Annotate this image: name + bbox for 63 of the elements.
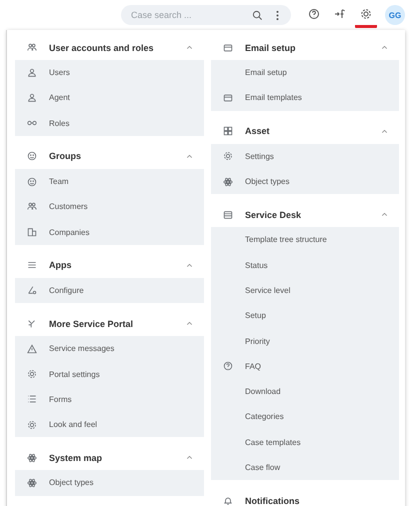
switch-arrow-icon	[334, 8, 346, 20]
menu-item[interactable]: Service level	[211, 278, 399, 304]
gear-icon	[223, 151, 233, 162]
menu-item[interactable]: Agent	[15, 85, 204, 111]
menu-item[interactable]: Team	[15, 168, 204, 194]
gear-icon	[27, 369, 37, 380]
person-icon	[27, 92, 37, 103]
menu-item[interactable]: Categories	[211, 404, 399, 430]
gear-icon	[27, 420, 37, 430]
atom-icon	[27, 478, 37, 488]
menu-item[interactable]: Case templates	[211, 430, 399, 455]
section-header[interactable]: System map	[15, 445, 204, 470]
section-header[interactable]: Apps	[15, 252, 204, 278]
fork-icon	[27, 318, 37, 329]
avatar-button[interactable]: GG	[385, 5, 405, 25]
smiley-icon	[27, 176, 37, 187]
section-header[interactable]: Email setup	[211, 35, 399, 60]
menu-item[interactable]: Roles	[15, 110, 204, 136]
warning-icon	[27, 344, 37, 354]
menu-item[interactable]: Users	[15, 60, 204, 86]
menu-item[interactable]: Object types	[15, 470, 204, 496]
menu-item[interactable]: Service messages	[15, 336, 204, 362]
people-icon	[27, 202, 37, 212]
help-icon	[308, 8, 320, 20]
menu-item[interactable]: Email setup	[211, 60, 399, 86]
menu-item[interactable]: Portal settings	[15, 361, 204, 387]
smiley-icon	[27, 151, 37, 162]
grid-icon	[223, 126, 233, 136]
menu-item[interactable]: Status	[211, 252, 399, 278]
menu-item[interactable]: Forms	[15, 386, 204, 412]
section-header[interactable]: User accounts and roles	[15, 35, 204, 60]
bell-icon	[223, 496, 233, 506]
menu-item[interactable]: Customers	[15, 194, 204, 220]
menu-item[interactable]: Configure	[15, 278, 204, 304]
menu-item[interactable]: Template tree structure	[211, 227, 399, 252]
section-header[interactable]: More Service Portal	[15, 311, 204, 336]
gear-icon	[360, 8, 372, 20]
menu-item[interactable]: Download	[211, 378, 399, 404]
menu-item[interactable]: Priority	[211, 328, 399, 354]
search-field[interactable]: Case search ...	[131, 10, 243, 20]
menu-item[interactable]: Settings	[211, 144, 399, 169]
people-icon	[27, 42, 37, 52]
help-icon	[223, 361, 233, 372]
section-header[interactable]: Notifications	[211, 488, 399, 506]
section-header[interactable]: Service Desk	[211, 202, 399, 228]
search-bar[interactable]: Case search ...	[121, 5, 291, 25]
atom-icon	[223, 176, 233, 187]
menu-item[interactable]: FAQ	[211, 354, 399, 379]
section-header[interactable]: Asset	[211, 118, 399, 144]
menu-item[interactable]: Case flow	[211, 454, 399, 480]
window-icon	[223, 210, 233, 220]
person-icon	[27, 68, 37, 78]
building-icon	[27, 227, 37, 238]
bulleted-list-icon	[27, 394, 37, 404]
menu-item[interactable]: Object types	[211, 168, 399, 194]
section-header[interactable]: Groups	[15, 144, 204, 169]
menu-item[interactable]: Email templates	[211, 85, 399, 111]
menu-item[interactable]: Look and feel	[15, 412, 204, 438]
atom-icon	[27, 452, 37, 463]
menu-item[interactable]: Companies	[15, 219, 204, 245]
search-icon[interactable]	[252, 10, 263, 20]
list-icon	[27, 260, 37, 270]
menu-item[interactable]: Setup	[211, 303, 399, 328]
